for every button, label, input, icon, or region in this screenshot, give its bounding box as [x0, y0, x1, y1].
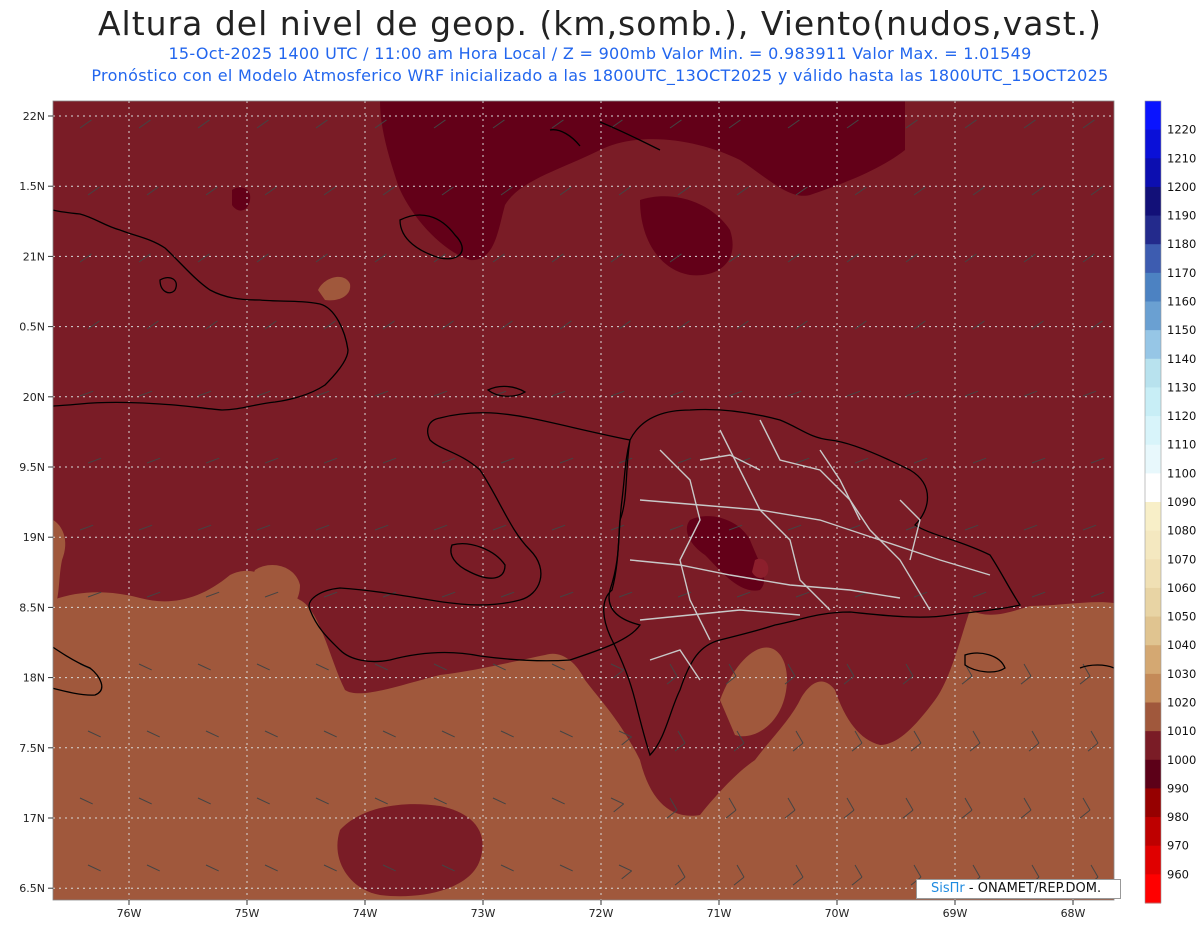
colorbar-segment: [1145, 244, 1161, 274]
lon-tick-label: 68W: [1061, 907, 1086, 920]
colorbar-label: 1010: [1167, 724, 1196, 738]
colorbar-label: 1190: [1167, 209, 1196, 223]
lat-tick-label: 9.5N: [19, 461, 45, 474]
lon-tick-label: 75W: [235, 907, 260, 920]
colorbar: 1220 1210 1200 1190 1180 1170 1160 1150 1140 1130…: [1144, 100, 1196, 904]
colorbar-segment: [1145, 215, 1161, 245]
longitude-axis: 76W 75W 74W 73W 72W 71W 70W 69W 68W: [117, 900, 1086, 920]
colorbar-segment: [1145, 473, 1161, 503]
lat-tick-label: 0.5N: [19, 321, 45, 334]
lat-tick-label: 6.5N: [19, 882, 45, 895]
colorbar-label: 1060: [1167, 581, 1196, 595]
lon-tick-label: 70W: [825, 907, 850, 920]
colorbar-segment: [1145, 759, 1161, 789]
lat-tick-label: 1.5N: [19, 180, 45, 193]
colorbar-label: 990: [1167, 781, 1189, 795]
lat-tick-label: 19N: [23, 531, 45, 544]
latitude-axis: 22N 1.5N 21N 0.5N 20N 9.5N 19N 8.5N 18N 7.5N 17N 6.…: [19, 110, 53, 895]
colorbar-segment: [1145, 101, 1161, 131]
colorbar-label: 1150: [1167, 323, 1196, 337]
colorbar-segment: [1145, 845, 1161, 875]
colorbar-label: 1220: [1167, 123, 1196, 137]
colorbar-label: 1020: [1167, 696, 1196, 710]
colorbar-segment: [1145, 559, 1161, 589]
colorbar-label: 1140: [1167, 352, 1196, 366]
colorbar-segment: [1145, 129, 1161, 159]
colorbar-label: 970: [1167, 839, 1189, 853]
credit-text: - ONAMET/REP.DOM.: [964, 881, 1102, 896]
lat-tick-label: 7.5N: [19, 742, 45, 755]
colorbar-segment: [1145, 587, 1161, 618]
lon-tick-label: 73W: [471, 907, 496, 920]
colorbar-segment: [1145, 645, 1161, 675]
colorbar-segment: [1145, 158, 1161, 188]
colorbar-segment: [1145, 358, 1161, 388]
colorbar-label: 1180: [1167, 237, 1196, 251]
colorbar-segment: [1145, 788, 1161, 818]
lon-tick-label: 76W: [117, 907, 142, 920]
forecast-map: 22N 1.5N 21N 0.5N 20N 9.5N 19N 8.5N 18N 7.5N 17N 6.…: [19, 100, 1196, 920]
lat-tick-label: 18N: [23, 672, 45, 685]
colorbar-label: 1090: [1167, 495, 1196, 509]
lat-tick-label: 22N: [23, 110, 45, 123]
lat-tick-label: 8.5N: [19, 601, 45, 614]
lon-tick-label: 69W: [943, 907, 968, 920]
colorbar-segment: [1145, 272, 1161, 302]
colorbar-label: 980: [1167, 810, 1189, 824]
colorbar-segment: [1145, 874, 1161, 904]
lat-tick-label: 17N: [23, 812, 45, 825]
colorbar-label: 1160: [1167, 295, 1196, 309]
colorbar-label: 1130: [1167, 380, 1196, 394]
colorbar-segment: [1145, 502, 1161, 532]
credit-brand: SisПr: [931, 881, 965, 896]
colorbar-label: 960: [1167, 867, 1189, 881]
lon-tick-label: 74W: [353, 907, 378, 920]
colorbar-label: 1030: [1167, 667, 1196, 681]
colorbar-label: 1070: [1167, 552, 1196, 566]
colorbar-segment: [1145, 673, 1161, 703]
colorbar-segment: [1145, 416, 1161, 446]
colorbar-segment: [1145, 330, 1161, 360]
colorbar-segment: [1145, 186, 1161, 217]
lon-tick-label: 71W: [707, 907, 732, 920]
lat-tick-label: 21N: [23, 250, 45, 263]
colorbar-label: 1080: [1167, 524, 1196, 538]
colorbar-segment: [1145, 817, 1161, 847]
colorbar-label: 1100: [1167, 466, 1196, 480]
colorbar-segment: [1145, 301, 1161, 331]
colorbar-label: 1040: [1167, 638, 1196, 652]
colorbar-segment: [1145, 616, 1161, 646]
colorbar-label: 1210: [1167, 151, 1196, 165]
colorbar-label: 1120: [1167, 409, 1196, 423]
colorbar-label: 1110: [1167, 438, 1196, 452]
colorbar-label: 1170: [1167, 266, 1196, 280]
lat-tick-label: 20N: [23, 391, 45, 404]
colorbar-segment: [1145, 387, 1161, 417]
colorbar-segment: [1145, 444, 1161, 474]
colorbar-label: 1050: [1167, 610, 1196, 624]
colorbar-segment: [1145, 731, 1161, 761]
colorbar-label: 1000: [1167, 753, 1196, 767]
lon-tick-label: 72W: [589, 907, 614, 920]
colorbar-label: 1200: [1167, 180, 1196, 194]
colorbar-segment: [1145, 530, 1161, 560]
credit-box: SisПr - ONAMET/REP.DOM.: [916, 879, 1121, 899]
colorbar-segment: [1145, 702, 1161, 732]
